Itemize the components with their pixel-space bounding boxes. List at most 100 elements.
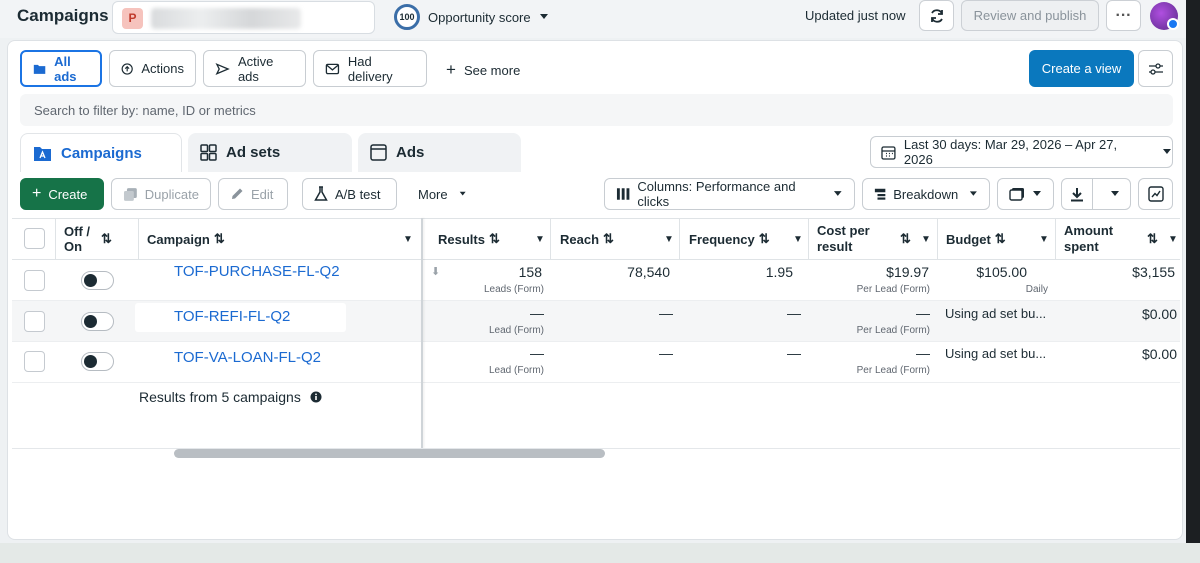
- column-header-results[interactable]: Results ⇅: [438, 218, 500, 260]
- plus-icon: +: [32, 185, 42, 202]
- campaign-toggle[interactable]: [81, 312, 114, 331]
- column-divider: [937, 218, 938, 260]
- column-header-budget[interactable]: Budget ⇅: [946, 218, 1006, 260]
- filter-had-delivery[interactable]: Had delivery: [313, 50, 427, 87]
- tab-ad-sets[interactable]: Ad sets: [188, 133, 352, 172]
- create-view-button[interactable]: Create a view: [1029, 50, 1134, 87]
- column-header-cost-label: Cost per result: [817, 223, 870, 254]
- ab-test-button[interactable]: A/B test: [302, 178, 397, 210]
- refresh-icon: [930, 8, 943, 23]
- campaign-name-link[interactable]: TOF-VA-LOAN-FL-Q2: [174, 349, 321, 366]
- ab-test-label: A/B test: [335, 186, 381, 202]
- review-and-publish-button[interactable]: Review and publish: [961, 0, 1099, 31]
- export-button[interactable]: [1061, 178, 1131, 210]
- campaign-name-link[interactable]: TOF-PURCHASE-FL-Q2: [174, 263, 340, 280]
- frequency-value: —: [787, 345, 801, 361]
- account-name-redacted: [151, 8, 301, 29]
- column-header-off-on-label: Off / On: [64, 224, 90, 254]
- tab-campaigns-label: Campaigns: [61, 144, 142, 162]
- account-selector[interactable]: P: [112, 1, 375, 34]
- filter-all-ads-label: All ads: [54, 53, 77, 84]
- caret-down-icon: [834, 191, 843, 196]
- results-summary: Results from 5 campaigns: [139, 389, 322, 405]
- row-checkbox[interactable]: [24, 311, 45, 332]
- filter-had-delivery-label: Had delivery: [347, 53, 393, 84]
- caret-down-icon[interactable]: ▼: [664, 218, 674, 260]
- caret-down-icon[interactable]: ▼: [403, 218, 413, 260]
- column-header-cost-per-result[interactable]: Cost per result: [817, 218, 879, 260]
- sort-icon[interactable]: ⇅: [1147, 218, 1158, 260]
- info-icon[interactable]: [310, 391, 322, 403]
- amount-spent-value: $0.00: [1141, 346, 1177, 362]
- caret-down-icon[interactable]: ▼: [535, 218, 545, 260]
- window-bottom-edge: [0, 543, 1200, 563]
- edit-label: Edit: [251, 186, 274, 202]
- cost-type: Per Lead (Form): [856, 365, 930, 376]
- see-more-filters[interactable]: + See more: [446, 60, 520, 80]
- filter-actions[interactable]: Actions: [109, 50, 196, 87]
- actions-icon: [121, 62, 133, 75]
- row-checkbox[interactable]: [24, 270, 45, 291]
- caret-down-icon[interactable]: ▼: [1039, 218, 1049, 260]
- caret-down-icon[interactable]: ▼: [921, 218, 931, 260]
- top-bar: Campaigns P 100 Opportunity score Update…: [0, 0, 1186, 38]
- sort-icon[interactable]: ⇅: [900, 218, 911, 260]
- duplicate-label: Duplicate: [144, 186, 199, 202]
- search-input[interactable]: Search to filter by: name, ID or metrics: [20, 94, 1173, 126]
- sort-icon[interactable]: ⇅: [101, 218, 112, 260]
- campaign-toggle[interactable]: [81, 271, 114, 290]
- sort-icon: ⇅: [213, 231, 225, 246]
- download-icon: [1071, 187, 1084, 201]
- date-range-picker[interactable]: Last 30 days: Mar 29, 2026 – Apr 27, 202…: [870, 136, 1173, 168]
- results-summary-label: Results from 5 campaigns: [139, 389, 301, 405]
- column-header-off-on[interactable]: Off / On: [64, 218, 94, 260]
- more-button[interactable]: More: [407, 178, 477, 210]
- filter-active-ads[interactable]: Active ads: [203, 50, 306, 87]
- edit-button[interactable]: Edit: [218, 178, 288, 210]
- view-settings-button[interactable]: [1138, 50, 1173, 87]
- column-header-frequency[interactable]: Frequency ⇅: [689, 218, 770, 260]
- refresh-button[interactable]: [919, 0, 954, 31]
- reports-button[interactable]: [997, 178, 1054, 210]
- sliders-icon: [1148, 62, 1163, 75]
- budget-value: $105.00: [976, 264, 1027, 280]
- breakdown-selector[interactable]: Breakdown: [862, 178, 990, 210]
- charts-button[interactable]: [1138, 178, 1173, 210]
- filter-actions-label: Actions: [141, 61, 184, 76]
- column-header-campaign[interactable]: Campaign ⇅: [147, 218, 225, 260]
- columns-label: Columns: Performance and clicks: [637, 179, 796, 209]
- sort-icon: ⇅: [758, 231, 770, 246]
- folder-icon: [33, 64, 46, 74]
- download-button[interactable]: [1062, 179, 1094, 209]
- flask-icon: [314, 186, 328, 201]
- export-menu-button[interactable]: [1100, 190, 1130, 198]
- horizontal-scrollbar[interactable]: [174, 449, 605, 458]
- column-header-frequency-label: Frequency: [689, 231, 755, 247]
- create-button[interactable]: + Create: [20, 178, 104, 210]
- results-value: 158: [518, 264, 542, 280]
- filter-all-ads[interactable]: All ads: [20, 50, 102, 87]
- select-all-checkbox[interactable]: [24, 228, 45, 249]
- tab-campaigns[interactable]: Campaigns: [20, 133, 182, 172]
- campaign-name-link[interactable]: TOF-REFI-FL-Q2: [174, 308, 290, 325]
- column-divider: [55, 218, 56, 260]
- opportunity-score-badge: 100: [394, 4, 420, 30]
- column-header-amount-label: Amount spent: [1064, 223, 1114, 254]
- column-header-amount-spent[interactable]: Amount spent: [1064, 218, 1124, 260]
- breakdown-label: Breakdown: [893, 186, 959, 202]
- more-options-button[interactable]: ···: [1106, 0, 1141, 31]
- caret-down-icon: [539, 14, 548, 19]
- column-header-results-label: Results: [438, 231, 485, 247]
- caret-down-icon[interactable]: ▼: [793, 218, 803, 260]
- opportunity-score[interactable]: 100 Opportunity score: [394, 4, 549, 30]
- tab-ads[interactable]: Ads: [358, 133, 521, 172]
- columns-selector[interactable]: Columns: Performance and clicks: [604, 178, 855, 210]
- row-checkbox[interactable]: [24, 351, 45, 372]
- duplicate-button[interactable]: Duplicate: [111, 178, 211, 210]
- caret-down-icon: [1111, 191, 1120, 196]
- sort-icon: ⇅: [603, 231, 614, 246]
- caret-down-icon[interactable]: ▼: [1168, 218, 1178, 260]
- tab-ad-sets-label: Ad sets: [226, 144, 281, 161]
- campaign-toggle[interactable]: [81, 352, 114, 371]
- column-header-reach[interactable]: Reach ⇅: [560, 218, 614, 260]
